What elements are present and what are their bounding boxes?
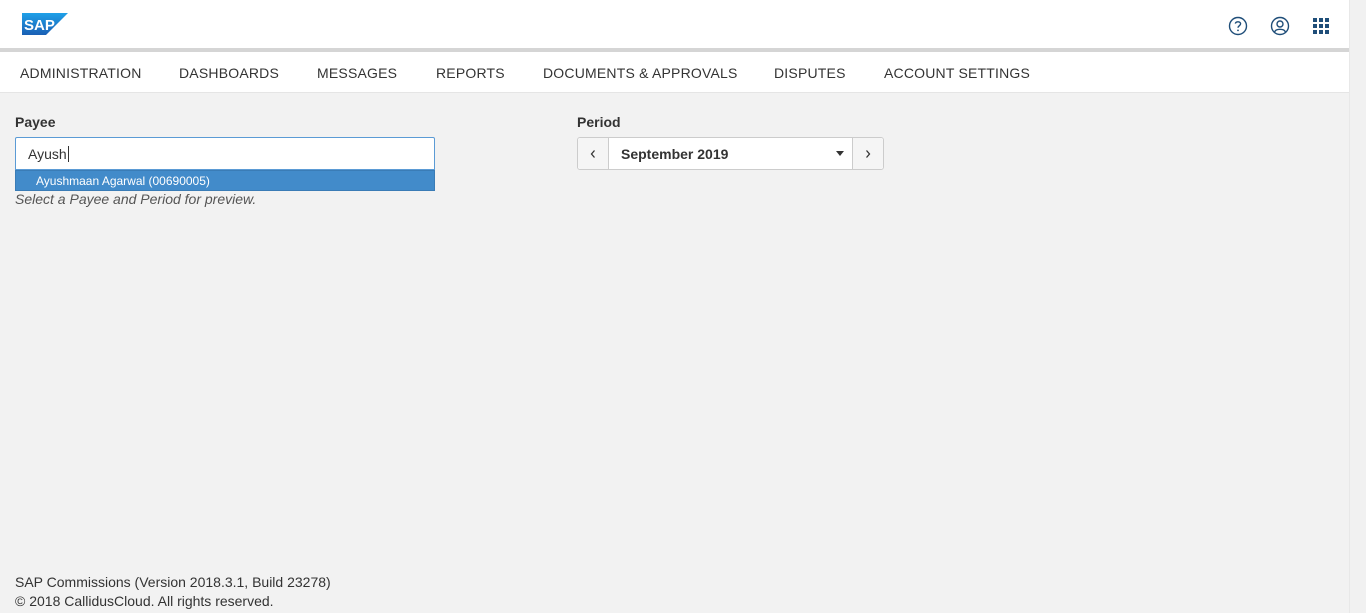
nav-item-administration[interactable]: ADMINISTRATION (20, 65, 142, 81)
next-period-button[interactable] (852, 138, 883, 169)
nav-item-documents-approvals[interactable]: DOCUMENTS & APPROVALS (543, 65, 738, 81)
nav-item-disputes[interactable]: DISPUTES (774, 65, 846, 81)
period-label: Period (577, 114, 621, 130)
payee-search-input[interactable]: Ayush (15, 137, 435, 170)
period-dropdown[interactable]: September 2019 (608, 138, 853, 169)
payee-label: Payee (15, 114, 56, 130)
nav-item-dashboards[interactable]: DASHBOARDS (179, 65, 279, 81)
payee-suggestion-label: Ayushmaan Agarwal (00690005) (36, 174, 210, 188)
dropdown-caret-icon (836, 151, 844, 156)
preview-hint: Select a Payee and Period for preview. (15, 191, 257, 207)
main-nav: ADMINISTRATION DASHBOARDS MESSAGES REPOR… (0, 52, 1349, 93)
footer-copyright: © 2018 CallidusCloud. All rights reserve… (15, 593, 274, 609)
footer-version: SAP Commissions (Version 2018.3.1, Build… (15, 574, 331, 590)
chevron-left-icon (590, 149, 595, 158)
payee-input-value: Ayush (28, 145, 67, 162)
sap-logo[interactable]: SAP (22, 13, 68, 35)
period-value: September 2019 (621, 145, 729, 162)
nav-item-reports[interactable]: REPORTS (436, 65, 505, 81)
payee-suggestion-item[interactable]: Ayushmaan Agarwal (00690005) (15, 170, 435, 191)
previous-period-button[interactable] (578, 138, 609, 169)
sap-logo-text: SAP (24, 17, 55, 34)
vertical-scrollbar[interactable] (1349, 0, 1366, 613)
period-selector: September 2019 (577, 137, 884, 170)
text-cursor (67, 145, 69, 162)
user-account-icon[interactable] (1270, 16, 1290, 36)
top-header: SAP (0, 0, 1349, 48)
help-icon[interactable] (1228, 16, 1248, 36)
nav-item-account-settings[interactable]: ACCOUNT SETTINGS (884, 65, 1030, 81)
nav-item-messages[interactable]: MESSAGES (317, 65, 397, 81)
app-grid-icon[interactable] (1311, 16, 1331, 36)
chevron-right-icon (866, 149, 871, 158)
